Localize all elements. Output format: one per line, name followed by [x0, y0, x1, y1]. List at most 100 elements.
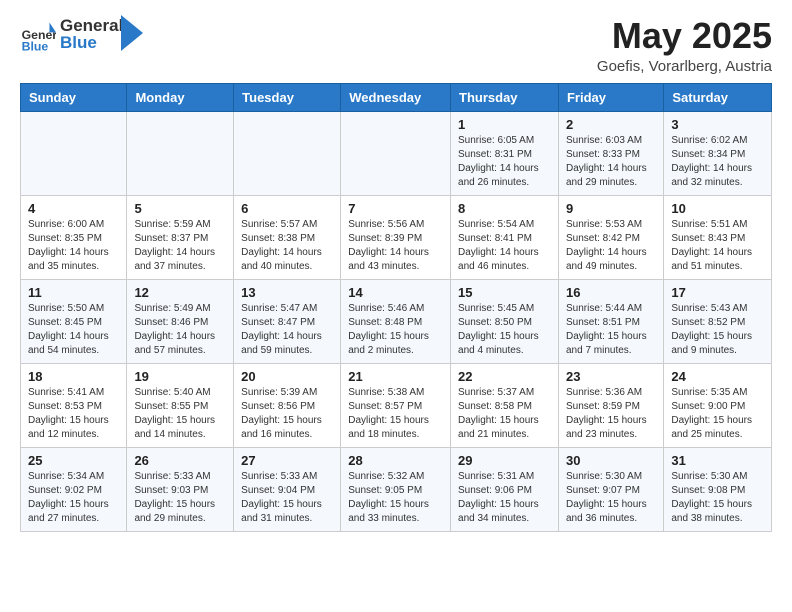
week-row-5: 25 Sunrise: 5:34 AM Sunset: 9:02 PM Dayli…	[21, 447, 772, 531]
page: General Blue General Blue May 2025 Goefi…	[0, 0, 792, 548]
day-info: Sunrise: 5:38 AM Sunset: 8:57 PM Dayligh…	[348, 386, 443, 442]
day-info: Sunrise: 5:34 AM Sunset: 9:02 PM Dayligh…	[28, 470, 119, 526]
day-info: Sunrise: 5:36 AM Sunset: 8:59 PM Dayligh…	[566, 386, 656, 442]
calendar-cell: 17 Sunrise: 5:43 AM Sunset: 8:52 PM Dayli…	[664, 279, 772, 363]
day-info: Sunrise: 5:57 AM Sunset: 8:38 PM Dayligh…	[241, 218, 333, 274]
day-number: 25	[28, 453, 119, 468]
calendar-cell: 14Sunrise: 5:46 AM Sunset: 8:48 PM Dayli…	[341, 279, 451, 363]
calendar-cell: 20Sunrise: 5:39 AM Sunset: 8:56 PM Dayli…	[234, 363, 341, 447]
logo-blue-text: Blue	[60, 33, 123, 53]
day-number: 12	[134, 285, 226, 300]
weekday-header-friday: Friday	[558, 83, 663, 111]
calendar-cell: 13 Sunrise: 5:47 AM Sunset: 8:47 PM Dayli…	[234, 279, 341, 363]
calendar-cell: 18Sunrise: 5:41 AM Sunset: 8:53 PM Dayli…	[21, 363, 127, 447]
day-number: 9	[566, 201, 656, 216]
calendar-cell: 25 Sunrise: 5:34 AM Sunset: 9:02 PM Dayli…	[21, 447, 127, 531]
day-number: 15	[458, 285, 551, 300]
day-info: Sunrise: 5:47 AM Sunset: 8:47 PM Dayligh…	[241, 302, 333, 358]
calendar-cell: 29Sunrise: 5:31 AM Sunset: 9:06 PM Dayli…	[451, 447, 559, 531]
calendar-cell: 24Sunrise: 5:35 AM Sunset: 9:00 PM Dayli…	[664, 363, 772, 447]
calendar-cell: 21 Sunrise: 5:38 AM Sunset: 8:57 PM Dayli…	[341, 363, 451, 447]
day-info: Sunrise: 5:43 AM Sunset: 8:52 PM Dayligh…	[671, 302, 764, 358]
logo: General Blue General Blue	[20, 16, 143, 52]
calendar-cell	[341, 111, 451, 195]
day-number: 17	[671, 285, 764, 300]
calendar-body: 1Sunrise: 6:05 AM Sunset: 8:31 PM Daylig…	[21, 111, 772, 531]
calendar-cell	[127, 111, 234, 195]
day-number: 21	[348, 369, 443, 384]
calendar-header: SundayMondayTuesdayWednesdayThursdayFrid…	[21, 83, 772, 111]
weekday-header-saturday: Saturday	[664, 83, 772, 111]
calendar-cell: 31 Sunrise: 5:30 AM Sunset: 9:08 PM Dayli…	[664, 447, 772, 531]
calendar-cell: 26Sunrise: 5:33 AM Sunset: 9:03 PM Dayli…	[127, 447, 234, 531]
calendar-table: SundayMondayTuesdayWednesdayThursdayFrid…	[20, 83, 772, 532]
calendar-cell: 5 Sunrise: 5:59 AM Sunset: 8:37 PM Daylig…	[127, 195, 234, 279]
calendar-cell: 3Sunrise: 6:02 AM Sunset: 8:34 PM Daylig…	[664, 111, 772, 195]
day-number: 22	[458, 369, 551, 384]
day-info: Sunrise: 5:32 AM Sunset: 9:05 PM Dayligh…	[348, 470, 443, 526]
day-number: 18	[28, 369, 119, 384]
day-number: 28	[348, 453, 443, 468]
title-block: May 2025 Goefis, Vorarlberg, Austria	[597, 16, 772, 75]
day-info: Sunrise: 6:00 AM Sunset: 8:35 PM Dayligh…	[28, 218, 119, 274]
day-number: 6	[241, 201, 333, 216]
day-info: Sunrise: 5:53 AM Sunset: 8:42 PM Dayligh…	[566, 218, 656, 274]
weekday-header-sunday: Sunday	[21, 83, 127, 111]
logo-icon: General Blue	[20, 16, 56, 52]
calendar-cell: 4 Sunrise: 6:00 AM Sunset: 8:35 PM Daylig…	[21, 195, 127, 279]
calendar-cell: 30Sunrise: 5:30 AM Sunset: 9:07 PM Dayli…	[558, 447, 663, 531]
day-number: 23	[566, 369, 656, 384]
weekday-header-tuesday: Tuesday	[234, 83, 341, 111]
day-number: 1	[458, 117, 551, 132]
day-info: Sunrise: 5:40 AM Sunset: 8:55 PM Dayligh…	[134, 386, 226, 442]
day-number: 24	[671, 369, 764, 384]
day-info: Sunrise: 5:39 AM Sunset: 8:56 PM Dayligh…	[241, 386, 333, 442]
calendar-cell: 11Sunrise: 5:50 AM Sunset: 8:45 PM Dayli…	[21, 279, 127, 363]
calendar-cell: 7 Sunrise: 5:56 AM Sunset: 8:39 PM Daylig…	[341, 195, 451, 279]
calendar-cell: 15 Sunrise: 5:45 AM Sunset: 8:50 PM Dayli…	[451, 279, 559, 363]
calendar-cell: 22 Sunrise: 5:37 AM Sunset: 8:58 PM Dayli…	[451, 363, 559, 447]
month-title: May 2025	[597, 16, 772, 56]
day-info: Sunrise: 5:33 AM Sunset: 9:04 PM Dayligh…	[241, 470, 333, 526]
day-number: 4	[28, 201, 119, 216]
day-info: Sunrise: 5:59 AM Sunset: 8:37 PM Dayligh…	[134, 218, 226, 274]
day-info: Sunrise: 5:50 AM Sunset: 8:45 PM Dayligh…	[28, 302, 119, 358]
day-number: 14	[348, 285, 443, 300]
week-row-1: 1Sunrise: 6:05 AM Sunset: 8:31 PM Daylig…	[21, 111, 772, 195]
weekday-header-thursday: Thursday	[451, 83, 559, 111]
day-number: 26	[134, 453, 226, 468]
day-number: 27	[241, 453, 333, 468]
weekday-row: SundayMondayTuesdayWednesdayThursdayFrid…	[21, 83, 772, 111]
day-number: 7	[348, 201, 443, 216]
calendar-cell: 16 Sunrise: 5:44 AM Sunset: 8:51 PM Dayli…	[558, 279, 663, 363]
day-number: 30	[566, 453, 656, 468]
day-number: 31	[671, 453, 764, 468]
header: General Blue General Blue May 2025 Goefi…	[20, 16, 772, 75]
day-number: 8	[458, 201, 551, 216]
weekday-header-wednesday: Wednesday	[341, 83, 451, 111]
day-info: Sunrise: 5:37 AM Sunset: 8:58 PM Dayligh…	[458, 386, 551, 442]
day-info: Sunrise: 5:45 AM Sunset: 8:50 PM Dayligh…	[458, 302, 551, 358]
calendar-cell: 9 Sunrise: 5:53 AM Sunset: 8:42 PM Daylig…	[558, 195, 663, 279]
calendar-cell	[234, 111, 341, 195]
calendar-cell: 6 Sunrise: 5:57 AM Sunset: 8:38 PM Daylig…	[234, 195, 341, 279]
calendar-cell: 12Sunrise: 5:49 AM Sunset: 8:46 PM Dayli…	[127, 279, 234, 363]
calendar-cell: 10 Sunrise: 5:51 AM Sunset: 8:43 PM Dayli…	[664, 195, 772, 279]
day-number: 16	[566, 285, 656, 300]
day-info: Sunrise: 5:30 AM Sunset: 9:08 PM Dayligh…	[671, 470, 764, 526]
weekday-header-monday: Monday	[127, 83, 234, 111]
calendar-cell: 1Sunrise: 6:05 AM Sunset: 8:31 PM Daylig…	[451, 111, 559, 195]
calendar-cell: 8Sunrise: 5:54 AM Sunset: 8:41 PM Daylig…	[451, 195, 559, 279]
day-info: Sunrise: 5:44 AM Sunset: 8:51 PM Dayligh…	[566, 302, 656, 358]
day-number: 29	[458, 453, 551, 468]
day-number: 13	[241, 285, 333, 300]
day-info: Sunrise: 5:56 AM Sunset: 8:39 PM Dayligh…	[348, 218, 443, 274]
day-number: 10	[671, 201, 764, 216]
week-row-3: 11Sunrise: 5:50 AM Sunset: 8:45 PM Dayli…	[21, 279, 772, 363]
day-info: Sunrise: 6:03 AM Sunset: 8:33 PM Dayligh…	[566, 134, 656, 190]
day-number: 5	[134, 201, 226, 216]
calendar-cell: 2Sunrise: 6:03 AM Sunset: 8:33 PM Daylig…	[558, 111, 663, 195]
day-info: Sunrise: 5:51 AM Sunset: 8:43 PM Dayligh…	[671, 218, 764, 274]
week-row-4: 18Sunrise: 5:41 AM Sunset: 8:53 PM Dayli…	[21, 363, 772, 447]
location: Goefis, Vorarlberg, Austria	[597, 58, 772, 75]
